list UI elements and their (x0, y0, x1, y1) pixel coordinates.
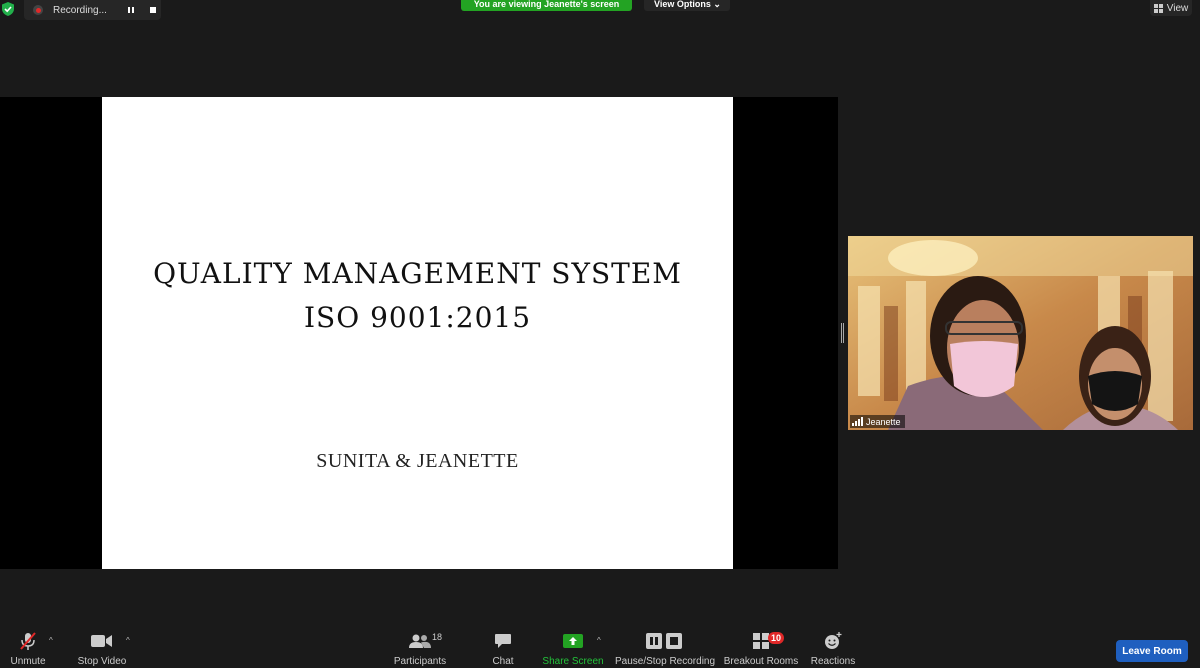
chevron-down-icon: ⌄ (713, 0, 721, 9)
audio-options-caret-icon[interactable]: ^ (49, 636, 53, 645)
chat-label: Chat (492, 656, 514, 667)
grid-view-icon (1153, 3, 1163, 13)
pause-stop-recording-button[interactable]: Pause/Stop Recording (614, 628, 716, 668)
breakout-rooms-icon: 10 (753, 630, 785, 652)
shared-screen: QUALITY MANAGEMENT SYSTEM ISO 9001:2015 … (0, 97, 838, 569)
leave-room-button[interactable]: Leave Room (1116, 640, 1188, 662)
video-options-caret-icon[interactable]: ^ (126, 636, 130, 645)
stop-video-label: Stop Video (77, 656, 127, 667)
participants-icon: 18 (409, 630, 442, 652)
viewing-screen-banner: You are viewing Jeanette's screen (461, 0, 632, 11)
slide-title-line-2: ISO 9001:2015 (303, 301, 532, 334)
pause-stop-recording-icon (646, 630, 684, 652)
microphone-muted-icon (19, 630, 37, 652)
share-screen-label: Share Screen (542, 656, 604, 667)
meeting-toolbar: Unmute ^ Stop Video ^ 18 Participants Ch… (0, 628, 1200, 668)
smiley-plus-icon (824, 630, 842, 652)
reactions-label: Reactions (810, 656, 856, 667)
view-label: View (1166, 2, 1189, 14)
security-shield-icon[interactable] (2, 2, 14, 16)
video-camera-icon (91, 630, 113, 652)
slide-subtitle: SUNITA & JEANETTE (316, 450, 519, 472)
chat-bubble-icon (494, 630, 512, 652)
slide-title-line-1: QUALITY MANAGEMENT SYSTEM (153, 257, 682, 290)
stop-video-button[interactable]: Stop Video (76, 628, 128, 668)
recording-dot-icon (33, 5, 43, 15)
presentation-slide: QUALITY MANAGEMENT SYSTEM ISO 9001:2015 … (102, 97, 733, 569)
unmute-label: Unmute (10, 656, 46, 667)
participants-count: 18 (432, 632, 443, 642)
reactions-button[interactable]: Reactions (810, 628, 856, 668)
stop-recording-icon[interactable] (148, 5, 158, 15)
participants-label: Participants (393, 656, 447, 667)
participant-name: Jeanette (866, 416, 901, 427)
breakout-rooms-button[interactable]: 10 Breakout Rooms (724, 628, 798, 668)
share-screen-icon (563, 630, 583, 652)
recording-indicator: Recording... (24, 0, 161, 20)
pause-recording-icon[interactable] (126, 5, 136, 15)
signal-strength-icon (852, 417, 863, 426)
share-screen-button[interactable]: Share Screen (542, 628, 604, 668)
recording-label: Recording... (53, 4, 107, 16)
panel-resize-handle[interactable] (841, 323, 844, 343)
unmute-button[interactable]: Unmute (8, 628, 48, 668)
pause-stop-recording-label: Pause/Stop Recording (614, 656, 716, 667)
participant-name-tag: Jeanette (850, 415, 905, 428)
view-options-button[interactable]: View Options ⌄ (644, 0, 730, 11)
share-options-caret-icon[interactable]: ^ (597, 636, 601, 645)
participant-video[interactable]: Jeanette (848, 236, 1193, 430)
view-options-label: View Options (654, 0, 711, 9)
chat-button[interactable]: Chat (487, 628, 519, 668)
breakout-rooms-label: Breakout Rooms (723, 656, 799, 667)
video-feed (848, 236, 1193, 430)
view-button[interactable]: View (1150, 0, 1192, 16)
breakout-rooms-badge: 10 (768, 632, 785, 644)
participants-button[interactable]: 18 Participants (393, 628, 447, 668)
